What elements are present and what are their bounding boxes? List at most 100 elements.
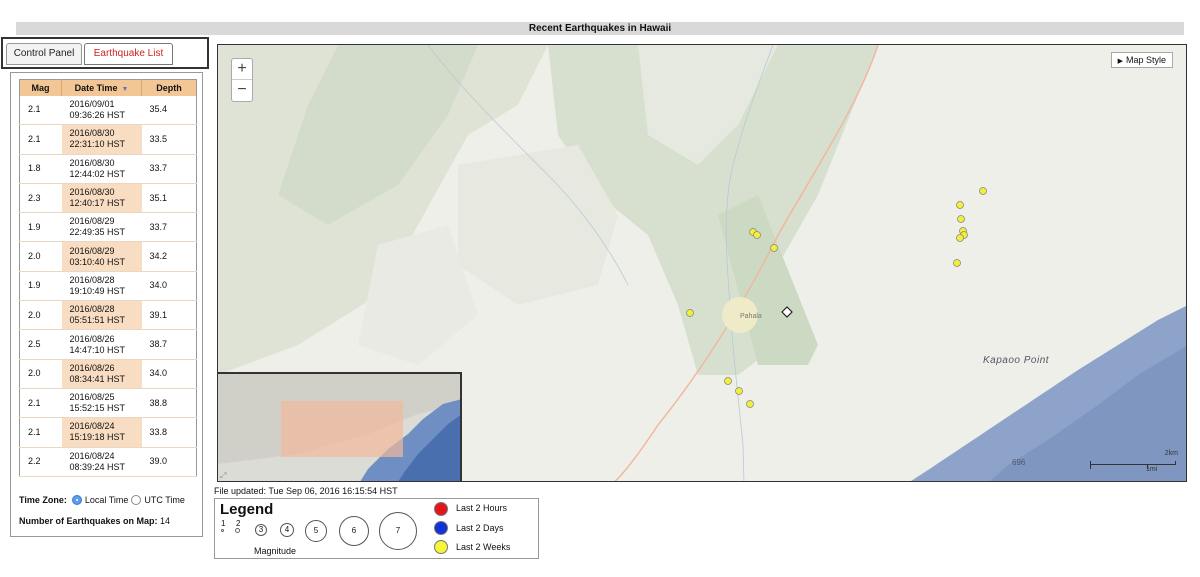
table-row[interactable]: 2.2 2016/08/24 08:39:24 HST 39.0 [19,447,197,477]
mag-cell: 1.8 [19,154,62,184]
depth-cell: 34.0 [141,271,197,302]
table-row[interactable]: 1.9 2016/08/28 19:10:49 HST 34.0 [19,271,197,302]
time-text: 14:47:10 HST [69,344,126,355]
datetime-cell: 2016/08/29 03:10:40 HST [61,241,142,272]
magnitude-5-circle: 5 [305,520,327,542]
route-label: 696 [1012,458,1026,467]
datetime-cell: 2016/08/24 15:19:18 HST [61,417,142,448]
time-text: 22:49:35 HST [69,227,126,238]
table-row[interactable]: 2.1 2016/08/24 15:19:18 HST 33.8 [19,417,197,448]
earthquake-marker[interactable] [746,400,754,408]
time-text: 19:10:49 HST [69,285,126,296]
depth-cell: 35.1 [141,183,197,214]
table-row[interactable]: 2.0 2016/08/29 03:10:40 HST 34.2 [19,241,197,272]
date-text: 2016/08/24 [69,450,115,461]
magnitude-2-label: 2 [236,519,241,528]
overview-inset-map[interactable] [218,372,462,481]
earthquake-marker[interactable] [753,231,761,239]
datetime-cell: 2016/08/26 14:47:10 HST [61,329,142,360]
time-text: 08:39:24 HST [69,461,126,472]
magnitude-4-circle: 4 [280,523,294,537]
local-time-label[interactable]: Local Time [85,495,129,505]
date-text: 2016/08/26 [69,333,115,344]
earthquake-marker[interactable] [956,201,964,209]
date-text: 2016/08/30 [69,187,115,198]
earthquake-marker[interactable] [686,309,694,317]
map-view[interactable]: + − ▶ Map Style Pahala Kapaoo Point 696 2… [217,44,1187,482]
zoom-control: + − [231,58,253,102]
depth-cell: 34.2 [141,241,197,272]
earthquake-marker[interactable] [979,187,987,195]
table-row[interactable]: 1.9 2016/08/29 22:49:35 HST 33.7 [19,212,197,243]
earthquake-marker[interactable] [956,234,964,242]
time-text: 09:36:26 HST [69,109,126,120]
column-header-datetime[interactable]: Date Time ▼ [61,79,142,96]
scale-km-label: 2km [1164,450,1178,457]
inset-viewport-box[interactable] [281,401,403,457]
tab-earthquake-list[interactable]: Earthquake List [84,43,173,65]
datetime-cell: 2016/08/29 22:49:35 HST [61,212,142,243]
column-header-depth[interactable]: Depth [141,79,197,96]
date-text: 2016/08/29 [69,245,115,256]
mag-cell: 1.9 [19,271,62,302]
time-text: 22:31:10 HST [69,139,126,150]
mag-cell: 2.1 [19,388,62,419]
local-time-radio[interactable] [71,495,82,505]
table-row[interactable]: 2.1 2016/08/25 15:52:15 HST 38.8 [19,388,197,419]
table-row[interactable]: 2.1 2016/09/01 09:36:26 HST 35.4 [19,95,197,126]
last-2-days-label: Last 2 Days [456,523,504,533]
utc-time-label[interactable]: UTC Time [144,495,185,505]
time-text: 12:44:02 HST [69,168,126,179]
date-text: 2016/08/29 [69,216,115,227]
page-title: Recent Earthquakes in Hawaii [528,23,672,34]
depth-cell: 34.0 [141,359,197,389]
earthquake-marker[interactable] [770,244,778,252]
mag-cell: 2.5 [19,329,62,360]
legend-title: Legend [220,501,274,518]
table-row[interactable]: 2.0 2016/08/26 08:34:41 HST 34.0 [19,359,197,389]
magnitude-3-circle: 3 [255,524,267,536]
earthquake-marker[interactable] [735,387,743,395]
resize-icon[interactable]: ⤢ [220,471,226,481]
depth-cell: 39.0 [141,447,197,477]
zoom-out-button[interactable]: − [232,80,252,101]
zoom-in-button[interactable]: + [232,59,252,80]
table-body: 2.1 2016/09/01 09:36:26 HST 35.4 2.1 2016/08/… [19,95,197,477]
earthquake-marker[interactable] [957,215,965,223]
mag-cell: 2.0 [19,359,62,389]
mag-cell: 2.0 [19,300,62,331]
map-style-button[interactable]: ▶ Map Style [1110,52,1173,68]
datetime-cell: 2016/09/01 09:36:26 HST [61,95,142,126]
table-header-row: Mag Date Time ▼ Depth [19,79,197,96]
last-2-hours-label: Last 2 Hours [456,503,508,513]
earthquake-marker[interactable] [953,259,961,267]
utc-time-radio[interactable] [131,495,142,505]
earthquake-marker[interactable] [724,377,732,385]
time-text: 03:10:40 HST [69,256,126,267]
datetime-cell: 2016/08/30 22:31:10 HST [61,124,142,155]
table-row[interactable]: 2.1 2016/08/30 22:31:10 HST 33.5 [19,124,197,155]
mag-cell: 2.1 [19,417,62,448]
earthquake-list-panel: Mag Date Time ▼ Depth 2.1 2016/09/01 09:36:… [10,72,203,537]
depth-cell: 39.1 [141,300,197,331]
date-text: 2016/08/28 [69,304,115,315]
depth-cell: 33.7 [141,154,197,184]
datetime-cell: 2016/08/26 08:34:41 HST [61,359,142,389]
tab-control-panel[interactable]: Control Panel [6,43,82,65]
datetime-cell: 2016/08/24 08:39:24 HST [61,447,142,477]
table-row[interactable]: 1.8 2016/08/30 12:44:02 HST 33.7 [19,154,197,184]
datetime-cell: 2016/08/30 12:40:17 HST [61,183,142,214]
date-text: 2016/09/01 [69,98,115,109]
date-text: 2016/08/28 [69,274,115,285]
earthquake-count: Number of Earthquakes on Map: 14 [19,516,170,526]
table-row[interactable]: 2.3 2016/08/30 12:40:17 HST 35.1 [19,183,197,214]
date-text: 2016/08/30 [69,157,115,168]
datetime-cell: 2016/08/30 12:44:02 HST [61,154,142,184]
column-header-mag[interactable]: Mag [19,79,62,96]
tab-bar: Control Panel Earthquake List [1,37,209,69]
mag-cell: 2.0 [19,241,62,272]
triangle-right-icon: ▶ [1117,58,1123,65]
table-row[interactable]: 2.5 2016/08/26 14:47:10 HST 38.7 [19,329,197,360]
last-2-hours-swatch [434,502,448,516]
table-row[interactable]: 2.0 2016/08/28 05:51:51 HST 39.1 [19,300,197,331]
